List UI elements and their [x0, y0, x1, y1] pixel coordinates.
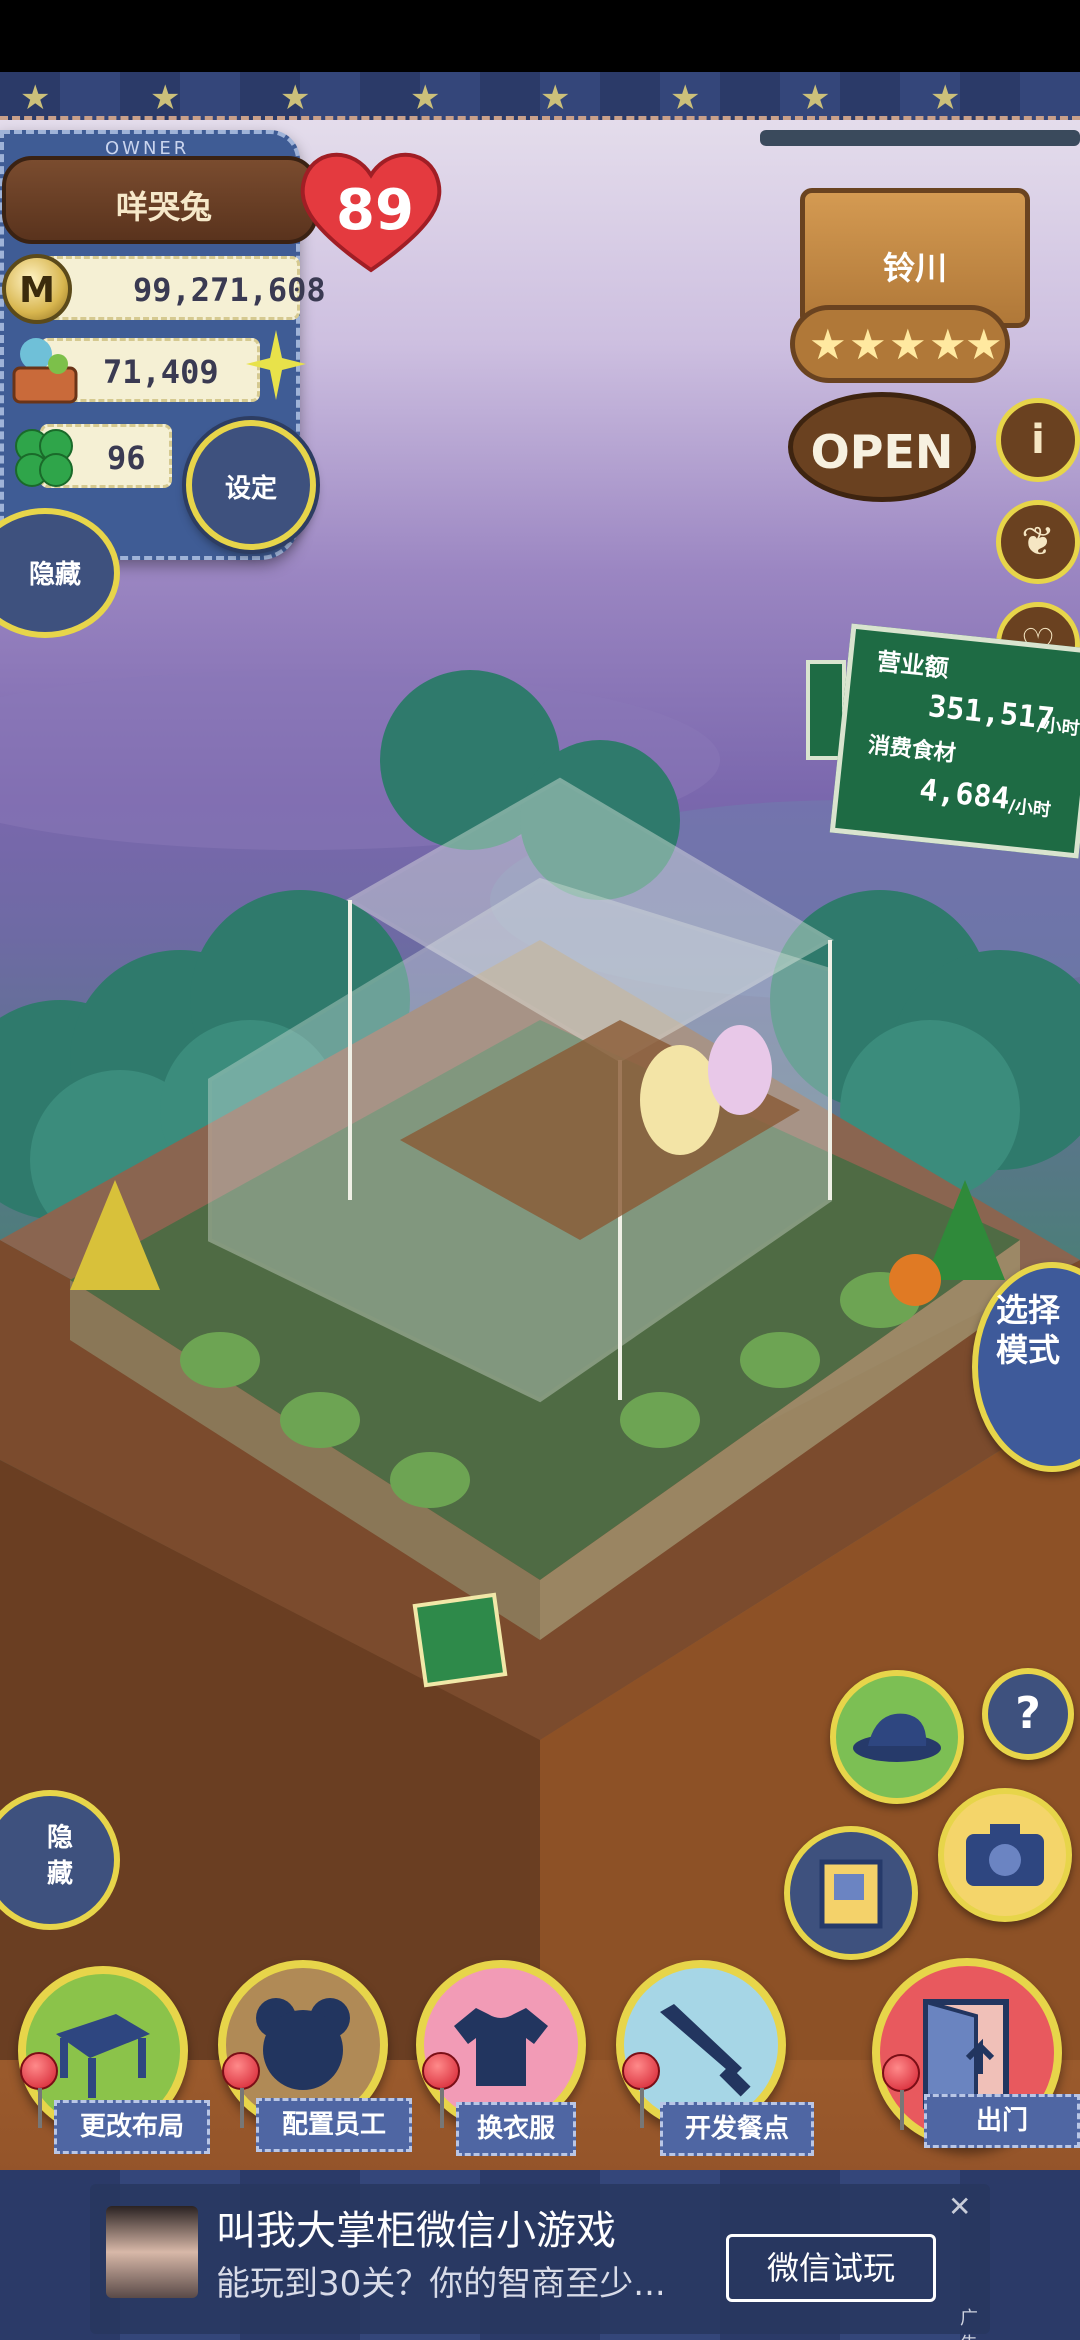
star-decor-icon: ★ [280, 78, 311, 118]
food-value: 71,409 [103, 353, 219, 391]
star-decor-icon: ★ [930, 78, 961, 118]
star-decor-icon: ★ [20, 78, 51, 118]
develop-dishes-label: 开发餐点 [660, 2102, 814, 2156]
knife-icon [660, 2004, 751, 2097]
shop-rating: ★ ★ ★ ★ ★ [790, 305, 1010, 383]
chef-hat-button[interactable] [830, 1670, 964, 1804]
star-icon: ★ [965, 320, 1003, 369]
shop-name: 铃川 [882, 249, 947, 287]
settings-button[interactable]: 设定 [186, 420, 316, 550]
revenue-title: 营业额 [875, 647, 950, 683]
ad-content[interactable]: 叫我大掌柜微信小游戏 能玩到30关？你的智商至少... 微信试玩 ✕ 广告 [90, 2184, 990, 2340]
shirt-icon [454, 2008, 548, 2086]
pin-icon [622, 2052, 660, 2128]
revenue-income-unit: /小时 [1035, 714, 1080, 740]
help-button[interactable]: ? [982, 1668, 1074, 1760]
recipe-book-button[interactable]: ❦ [996, 500, 1080, 584]
ad-avatar-image [106, 2206, 198, 2298]
revenue-board: 营业额 351,517 /小时 消费食材 4,684 /小时 [829, 623, 1080, 859]
greenhouse-scene [0, 670, 1080, 2060]
sign-arm [760, 130, 1080, 146]
open-status: OPEN [810, 425, 954, 479]
star-icon: ★ [849, 320, 887, 369]
recipe-book-icon: ❦ [1021, 519, 1055, 565]
food-basket-icon [12, 338, 78, 404]
heart-level: 89 [336, 178, 414, 243]
consume-title: 消费食材 [866, 732, 957, 768]
ad-subtitle: 能玩到30关？你的智商至少... [216, 2264, 666, 2304]
hat-icon [853, 1713, 941, 1762]
top-decor-strip: ★ ★ ★ ★ ★ ★ ★ ★ [0, 72, 1080, 120]
assign-staff-label: 配置员工 [256, 2098, 412, 2152]
star-icon: ★ [889, 320, 927, 369]
question-icon: ? [1015, 1688, 1041, 1739]
star-icon: ★ [809, 320, 847, 369]
star-decor-icon: ★ [410, 78, 441, 118]
go-out-label: 出门 [924, 2094, 1080, 2148]
owner-name: 咩哭兔 [115, 188, 212, 226]
photo-album-icon [819, 1859, 883, 1929]
clover-value: 96 [107, 439, 146, 477]
consume-value: 4,684 [917, 772, 1012, 817]
ad-tag: 广告 [960, 2308, 978, 2340]
star-decor-icon: ★ [150, 78, 181, 118]
sparkle-icon [246, 330, 306, 400]
owner-name-plate: 咩哭兔 [2, 156, 318, 244]
consume-unit: /小时 [1007, 795, 1052, 822]
coin-letter: M [19, 270, 55, 311]
settings-label: 设定 [224, 474, 277, 504]
open-status-sign[interactable]: OPEN [788, 392, 976, 502]
pin-icon [422, 2052, 460, 2128]
change-clothes-label: 换衣服 [456, 2102, 576, 2156]
pin-icon [20, 2052, 58, 2128]
ad-try-button[interactable]: 微信试玩 [726, 2234, 936, 2302]
select-mode-label: 选择 模式 [996, 1291, 1061, 1369]
ad-close-icon[interactable]: ✕ [948, 2190, 971, 2223]
star-decor-icon: ★ [540, 78, 571, 118]
album-button[interactable] [784, 1826, 918, 1960]
coin-icon: M [2, 254, 72, 324]
coins-row: 99,271,608 [40, 256, 326, 320]
camera-icon [966, 1824, 1044, 1886]
pin-icon [882, 2054, 920, 2130]
hide-menu-label: 隐 藏 [46, 1823, 73, 1889]
clover-icon [15, 429, 73, 487]
info-icon: i [1031, 417, 1045, 463]
camera-button[interactable] [938, 1788, 1072, 1922]
star-icon: ★ [929, 320, 967, 369]
hide-label: 隐藏 [28, 560, 81, 590]
ad-title: 叫我大掌柜微信小游戏 [216, 2208, 616, 2254]
star-decor-icon: ★ [670, 78, 701, 118]
info-button[interactable]: i [996, 398, 1080, 482]
ad-banner[interactable]: 叫我大掌柜微信小游戏 能玩到30关？你的智商至少... 微信试玩 ✕ 广告 [0, 2170, 1080, 2340]
star-decor-icon: ★ [800, 78, 831, 118]
change-layout-label: 更改布局 [54, 2100, 210, 2154]
pin-icon [222, 2052, 260, 2128]
coins-value: 99,271,608 [133, 271, 326, 309]
